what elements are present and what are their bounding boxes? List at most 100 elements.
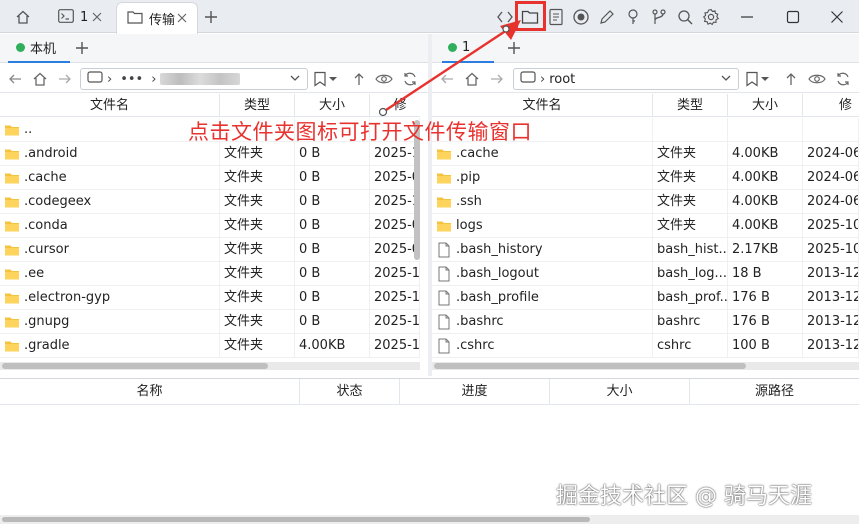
- path-sep-icon: ›: [107, 71, 113, 87]
- cell-size: 0 B: [295, 262, 370, 286]
- gear-icon[interactable]: [701, 7, 721, 27]
- file-name: .cursor: [24, 242, 69, 257]
- close-tab-icon[interactable]: [175, 11, 189, 25]
- cell-modified: 2025-10: [370, 262, 420, 286]
- queue-col-name[interactable]: 名称: [0, 379, 300, 405]
- table-row[interactable]: .ssh 文件夹 4.00KB 2024-06: [432, 190, 859, 214]
- path-segment-root[interactable]: root: [549, 72, 575, 87]
- table-row[interactable]: .conda 文件夹0 B2025-09: [0, 214, 420, 238]
- eye-icon[interactable]: [808, 70, 826, 88]
- document-icon[interactable]: [546, 7, 566, 27]
- right-path-input[interactable]: › root: [513, 68, 739, 90]
- file-name: .bash_profile: [456, 290, 539, 305]
- cell-size: 0 B: [295, 190, 370, 214]
- close-icon[interactable]: [826, 6, 848, 28]
- col-name-header[interactable]: 文件名: [432, 94, 653, 117]
- tab-terminal-label: 1: [80, 10, 89, 25]
- cell-modified: 2025-10: [370, 334, 420, 358]
- table-row[interactable]: .codegeex 文件夹0 B2025-10: [0, 190, 420, 214]
- forward-icon[interactable]: [488, 70, 506, 88]
- search-icon[interactable]: [675, 7, 695, 27]
- cell-size: 176 B: [728, 310, 803, 334]
- refresh-icon[interactable]: [834, 70, 852, 88]
- table-row[interactable]: .bash_profile bash_prof... 176 B 2013-12: [432, 286, 859, 310]
- queue-col-progress[interactable]: 进度: [400, 379, 550, 405]
- table-row[interactable]: .bash_logout bash_log... 18 B 2013-12: [432, 262, 859, 286]
- refresh-icon[interactable]: [401, 70, 419, 88]
- caret-down-icon[interactable]: [327, 70, 339, 88]
- record-icon[interactable]: [571, 7, 591, 27]
- cell-type: 文件夹: [220, 238, 295, 262]
- table-row[interactable]: .cursor 文件夹0 B2025-04: [0, 238, 420, 262]
- forward-icon[interactable]: [56, 70, 74, 88]
- left-path-input[interactable]: › ••• ›: [80, 68, 308, 90]
- back-icon[interactable]: [438, 70, 456, 88]
- left-hscroll[interactable]: [0, 362, 420, 370]
- minimize-icon[interactable]: [736, 6, 758, 28]
- cell-type: 文件夹: [220, 190, 295, 214]
- table-row[interactable]: .pip 文件夹 4.00KB 2024-06: [432, 166, 859, 190]
- eye-icon[interactable]: [375, 70, 393, 88]
- cell-type: 文件夹: [220, 286, 295, 310]
- queue-hscroll[interactable]: [0, 515, 859, 524]
- branch-icon[interactable]: [649, 7, 669, 27]
- cell-modified: 2013-12: [803, 310, 859, 334]
- col-name-header[interactable]: 文件名: [0, 94, 220, 117]
- table-row[interactable]: .gnupg 文件夹0 B2025-10: [0, 310, 420, 334]
- cell-size: 0 B: [295, 310, 370, 334]
- home-icon[interactable]: [31, 70, 49, 88]
- cell-modified: [803, 118, 859, 142]
- tab-transfer[interactable]: 传输: [116, 2, 198, 34]
- chevron-down-icon[interactable]: [289, 72, 301, 88]
- cell-name: ..: [0, 118, 220, 142]
- close-tab-icon[interactable]: [90, 10, 104, 24]
- col-type-header[interactable]: 类型: [653, 94, 728, 117]
- folder-icon: [127, 10, 143, 28]
- up-arrow-icon[interactable]: [350, 70, 368, 88]
- up-arrow-icon[interactable]: [782, 70, 800, 88]
- table-row[interactable]: .bashrc bashrc 176 B 2013-12: [432, 310, 859, 334]
- back-icon[interactable]: [6, 70, 24, 88]
- tab-remote[interactable]: 1: [442, 34, 494, 63]
- caret-down-icon[interactable]: [759, 70, 771, 88]
- add-session-icon[interactable]: [73, 39, 91, 57]
- home-icon[interactable]: [14, 8, 32, 26]
- queue-col-source[interactable]: 源路径: [690, 379, 859, 405]
- file-name: .bash_history: [456, 242, 543, 257]
- tab-terminal[interactable]: 1: [48, 2, 112, 33]
- key-icon[interactable]: [623, 7, 643, 27]
- table-row[interactable]: .bash_history bash_hist... 2.17KB 2025-10: [432, 238, 859, 262]
- table-row[interactable]: .electron-gyp 文件夹0 B2025-10: [0, 286, 420, 310]
- cell-type: bash_hist...: [653, 238, 728, 262]
- online-dot: [16, 43, 25, 52]
- pen-icon[interactable]: [597, 7, 617, 27]
- folder-icon: [5, 125, 19, 136]
- cell-name: .gnupg: [0, 310, 220, 334]
- right-hscroll[interactable]: [432, 362, 859, 370]
- table-row[interactable]: .ee 文件夹0 B2025-10: [0, 262, 420, 286]
- col-size-header[interactable]: 大小: [728, 94, 803, 117]
- home-icon[interactable]: [463, 70, 481, 88]
- col-modified-header[interactable]: 修: [803, 94, 859, 117]
- cell-modified: 2013-12: [803, 262, 859, 286]
- col-size-header[interactable]: 大小: [295, 94, 370, 117]
- annotation-text: 点击文件夹图标可打开文件传输窗口: [188, 120, 532, 144]
- col-type-header[interactable]: 类型: [220, 94, 295, 117]
- table-row[interactable]: .gradle 文件夹4.00KB2025-10: [0, 334, 420, 358]
- cell-type: 文件夹: [220, 334, 295, 358]
- table-row[interactable]: .cache 文件夹0 B2025-09: [0, 166, 420, 190]
- table-row[interactable]: logs 文件夹 4.00KB 2025-10: [432, 214, 859, 238]
- col-modified-header[interactable]: 修: [370, 94, 420, 117]
- maximize-icon[interactable]: [782, 6, 804, 28]
- cell-name: .conda: [0, 214, 220, 238]
- cell-name: .bash_history: [432, 238, 653, 262]
- redacted-path: [160, 73, 241, 85]
- add-session-icon[interactable]: [505, 39, 523, 57]
- tab-local[interactable]: 本机: [8, 34, 70, 63]
- add-tab-icon[interactable]: [202, 8, 220, 26]
- chevron-down-icon[interactable]: [720, 72, 732, 88]
- queue-col-status[interactable]: 状态: [300, 379, 400, 405]
- code-icon[interactable]: [495, 7, 515, 27]
- table-row[interactable]: .cshrc cshrc 100 B 2013-12: [432, 334, 859, 358]
- queue-col-size[interactable]: 大小: [550, 379, 690, 405]
